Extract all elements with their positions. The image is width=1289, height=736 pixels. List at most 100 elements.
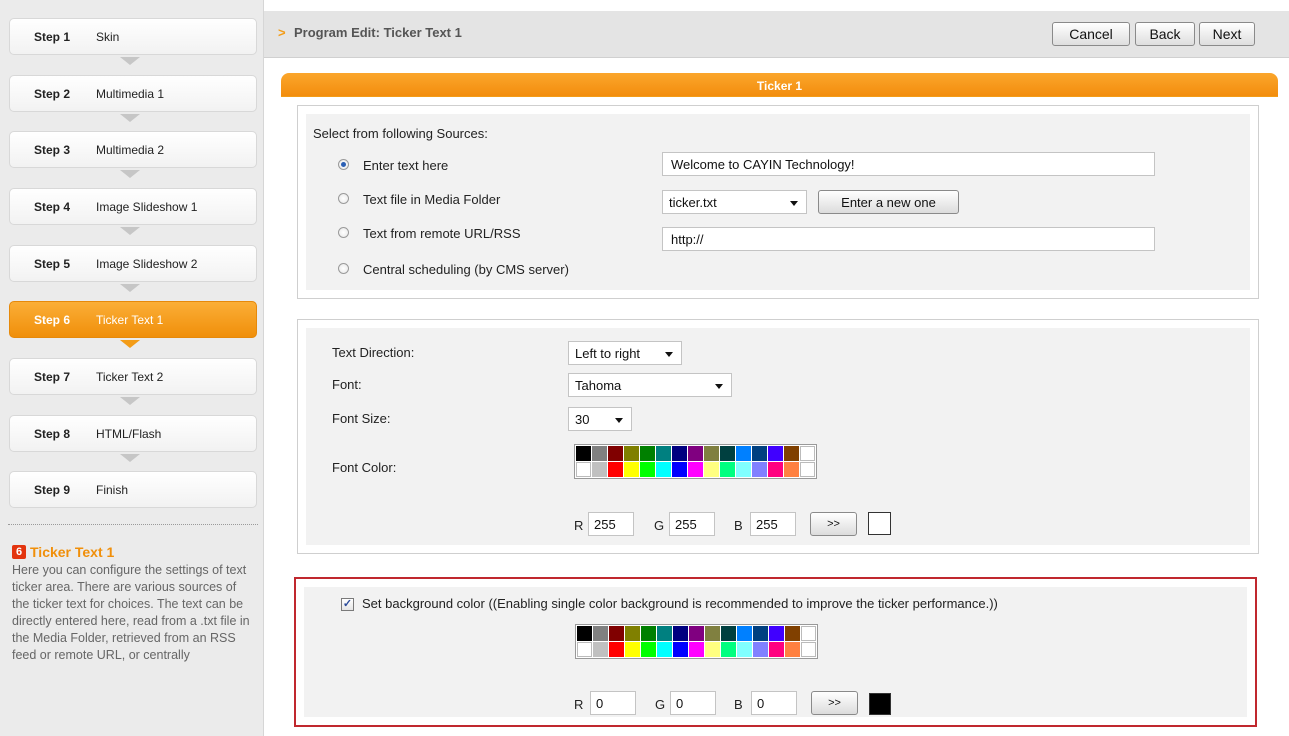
enter-new-file-button[interactable]: Enter a new one	[818, 190, 959, 214]
font-color-swatch[interactable]	[720, 462, 735, 477]
bg-color-swatch[interactable]	[641, 642, 656, 657]
step-item[interactable]: Step 3 Multimedia 2	[9, 131, 257, 168]
bg-color-swatch[interactable]	[753, 626, 768, 641]
step-item[interactable]: Step 4 Image Slideshow 1	[9, 188, 257, 225]
font-color-swatch[interactable]	[768, 462, 783, 477]
radio-remote-url[interactable]	[338, 227, 349, 238]
bg-r-input[interactable]	[590, 691, 636, 715]
font-color-swatch[interactable]	[768, 446, 783, 461]
bg-color-swatch[interactable]	[769, 642, 784, 657]
font-color-swatch[interactable]	[784, 462, 799, 477]
bg-color-swatch[interactable]	[593, 626, 608, 641]
font-color-swatch[interactable]	[624, 462, 639, 477]
step-item[interactable]: Step 8 HTML/Flash	[9, 415, 257, 452]
font-color-swatch[interactable]	[736, 462, 751, 477]
font-color-swatch[interactable]	[800, 462, 815, 477]
bg-color-swatch[interactable]	[641, 626, 656, 641]
step-number: Step 3	[34, 142, 71, 157]
apply-bg-color-button[interactable]: >>	[811, 691, 858, 715]
font-color-swatch[interactable]	[704, 462, 719, 477]
step-item[interactable]: Step 9 Finish	[9, 471, 257, 508]
bg-color-swatch[interactable]	[625, 642, 640, 657]
bg-color-swatch[interactable]	[657, 642, 672, 657]
radio-enter-text[interactable]	[338, 159, 349, 170]
font-color-swatch[interactable]	[592, 446, 607, 461]
font-color-swatch[interactable]	[672, 462, 687, 477]
font-color-swatch[interactable]	[576, 462, 591, 477]
font-color-swatch[interactable]	[752, 446, 767, 461]
font-color-swatch[interactable]	[592, 462, 607, 477]
font-color-swatch[interactable]	[608, 446, 623, 461]
radio-text-file[interactable]	[338, 193, 349, 204]
step-item[interactable]: Step 5 Image Slideshow 2	[9, 245, 257, 282]
help-description: Here you can configure the settings of t…	[12, 563, 250, 662]
font-r-input[interactable]	[588, 512, 634, 536]
font-color-swatch[interactable]	[656, 446, 671, 461]
font-color-swatch[interactable]	[784, 446, 799, 461]
font-select[interactable]: Tahoma	[568, 373, 732, 397]
bg-g-input[interactable]	[670, 691, 716, 715]
bg-color-swatch[interactable]	[609, 626, 624, 641]
bg-color-swatch[interactable]	[657, 626, 672, 641]
font-b-input[interactable]	[750, 512, 796, 536]
font-color-swatch[interactable]	[704, 446, 719, 461]
bg-color-swatch[interactable]	[721, 626, 736, 641]
font-color-swatch[interactable]	[736, 446, 751, 461]
font-color-swatch[interactable]	[688, 462, 703, 477]
font-color-swatch[interactable]	[576, 446, 591, 461]
bg-color-swatch[interactable]	[801, 626, 816, 641]
radio-central-scheduling[interactable]	[338, 263, 349, 274]
bg-color-swatch[interactable]	[785, 626, 800, 641]
bg-color-swatch[interactable]	[593, 642, 608, 657]
bg-color-swatch[interactable]	[737, 626, 752, 641]
bg-color-swatch[interactable]	[721, 642, 736, 657]
font-color-swatch[interactable]	[800, 446, 815, 461]
bg-color-swatch[interactable]	[737, 642, 752, 657]
step-item[interactable]: Step 2 Multimedia 1	[9, 75, 257, 112]
font-color-swatch[interactable]	[752, 462, 767, 477]
bg-color-swatch[interactable]	[577, 642, 592, 657]
font-g-input[interactable]	[669, 512, 715, 536]
ticker-text-input[interactable]	[662, 152, 1155, 176]
bg-color-swatch[interactable]	[705, 642, 720, 657]
bg-color-swatch[interactable]	[673, 626, 688, 641]
remote-url-input[interactable]	[662, 227, 1155, 251]
font-color-swatch[interactable]	[672, 446, 687, 461]
back-button[interactable]: Back	[1135, 22, 1195, 46]
step-number: Step 5	[34, 256, 71, 271]
bg-color-swatch[interactable]	[705, 626, 720, 641]
step-item[interactable]: Step 7 Ticker Text 2	[9, 358, 257, 395]
top-strip	[264, 0, 1289, 9]
bg-color-swatch[interactable]	[673, 642, 688, 657]
step-label: Skin	[96, 29, 120, 44]
cancel-button[interactable]: Cancel	[1052, 22, 1130, 46]
step-number: Step 4	[34, 199, 71, 214]
step-item[interactable]: Step 1 Skin	[9, 18, 257, 55]
bg-color-swatch[interactable]	[689, 642, 704, 657]
background-checkbox[interactable]: ✓	[341, 598, 354, 611]
bg-color-swatch[interactable]	[577, 626, 592, 641]
next-button[interactable]: Next	[1199, 22, 1255, 46]
font-color-swatch[interactable]	[608, 462, 623, 477]
step-item[interactable]: Step 6 Ticker Text 1	[9, 301, 257, 338]
font-color-swatch[interactable]	[720, 446, 735, 461]
bg-color-swatch[interactable]	[753, 642, 768, 657]
bg-b-input[interactable]	[751, 691, 797, 715]
step-arrow-icon	[120, 57, 140, 65]
bg-color-swatch[interactable]	[625, 626, 640, 641]
bg-color-swatch[interactable]	[689, 626, 704, 641]
text-direction-select[interactable]: Left to right	[568, 341, 682, 365]
font-color-swatch[interactable]	[656, 462, 671, 477]
bg-color-swatch[interactable]	[801, 642, 816, 657]
apply-font-color-button[interactable]: >>	[810, 512, 857, 536]
background-color-preview	[869, 693, 891, 715]
bg-color-swatch[interactable]	[609, 642, 624, 657]
font-color-swatch[interactable]	[640, 446, 655, 461]
font-color-swatch[interactable]	[688, 446, 703, 461]
text-file-select[interactable]: ticker.txt	[662, 190, 807, 214]
bg-color-swatch[interactable]	[769, 626, 784, 641]
font-color-swatch[interactable]	[640, 462, 655, 477]
bg-color-swatch[interactable]	[785, 642, 800, 657]
font-color-swatch[interactable]	[624, 446, 639, 461]
font-size-select[interactable]: 30	[568, 407, 632, 431]
